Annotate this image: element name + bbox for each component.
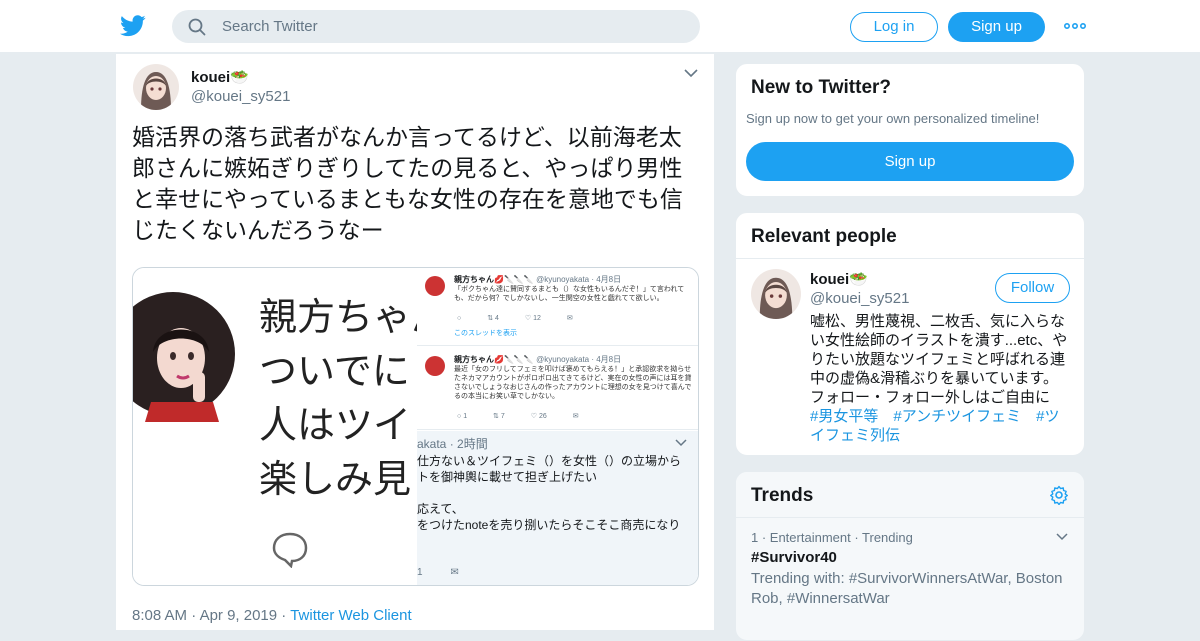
relevant-people-module: Relevant people kouei🥗 @kouei_sy521 Foll… <box>735 212 1085 456</box>
embedded-tweet-author: 親方ちゃん💋🔪🔪🔪 @kyunoyakata · 4月8日 <box>454 354 621 365</box>
retweet-count: ⇅ 7 <box>493 413 505 420</box>
reply-count: ○ <box>457 315 464 322</box>
follow-button[interactable]: Follow <box>995 273 1070 303</box>
module-title: New to Twitter? <box>751 77 892 98</box>
login-button[interactable]: Log in <box>850 12 938 42</box>
embedded-tweet-author: 親方ちゃん💋🔪🔪🔪 @kyunoyakata · 4月8日 <box>454 274 621 285</box>
bio-text: 嘘松、男性蔑視、二枚舌、気に入らない女性絵師のイラストを潰す...etc、やりた… <box>810 313 1068 406</box>
embedded-tweet: 親方ちゃん💋🔪🔪🔪 @kyunoyakata · 4月8日 「ボクちゃん達に賛同… <box>417 268 698 346</box>
dm-icon: ✉ <box>572 413 579 420</box>
tweet-card: kouei🥗 @kouei_sy521 婚活界の落ち武者がなんか言ってるけど、以… <box>115 54 715 630</box>
embedded-author-name: 親方ちゃん💋🔪🔪🔪 <box>454 355 534 364</box>
module-title: Trends <box>751 485 814 506</box>
divider <box>736 517 1084 518</box>
author-handle[interactable]: @kouei_sy521 <box>191 88 290 105</box>
avatar[interactable] <box>751 269 801 319</box>
tweet-text: 婚活界の落ち武者がなんか言ってるけど、以前海老太郎さんに嫉妬ぎりぎりしてたの見る… <box>132 124 683 243</box>
trend-name[interactable]: #Survivor40 <box>751 549 837 566</box>
embedded-tweet-meta: @kyunoyakata · 4月8日 <box>536 355 622 364</box>
avatar <box>425 276 445 296</box>
dm-icon: ✉ <box>566 315 573 322</box>
trend-related: Trending with: #SurvivorWinnersAtWar, Bo… <box>751 570 1063 607</box>
chevron-down-icon[interactable] <box>1056 533 1068 541</box>
zoomed-text-line: をつけたnoteを売り捌いたらそこそこ商売になり <box>417 518 681 532</box>
media-text-line: ついでに <box>259 349 410 393</box>
zoomed-tweet-actions: 1 ✉ <box>417 567 459 578</box>
more-dots-icon[interactable] <box>1064 18 1086 34</box>
trend-meta: 1 · Entertainment · Trending <box>751 530 913 545</box>
zoomed-tweet: akata · 2時間 仕方ない＆ツイフェミ（）を女性（）の立場から トを御神輿… <box>417 431 698 585</box>
author-name[interactable]: kouei🥗 <box>191 68 249 86</box>
retweet-count: ⇅ 4 <box>487 315 499 322</box>
signup-button[interactable]: Sign up <box>948 12 1045 42</box>
module-subtitle: Sign up now to get your own personalized… <box>746 111 1040 126</box>
divider <box>736 258 1084 259</box>
embedded-tweet-meta: @kyunoyakata · 4月8日 <box>536 275 622 284</box>
zoomed-text-line: 仕方ない＆ツイフェミ（）を女性（）の立場から <box>417 454 682 468</box>
hashtag-link[interactable]: #アンチツイフェミ <box>893 408 1021 425</box>
person-name[interactable]: kouei🥗 <box>810 270 868 288</box>
like-count: ♡ 12 <box>524 315 541 322</box>
chevron-down-icon[interactable] <box>684 68 698 78</box>
gear-icon[interactable] <box>1049 485 1069 505</box>
person-handle[interactable]: @kouei_sy521 <box>810 290 909 307</box>
show-thread-link: このスレッドを表示 <box>454 330 517 337</box>
like-count: ♡ 26 <box>530 413 547 420</box>
tweet-media[interactable]: 親方ちゃん ついでに 人はツイ 楽しみ見 親方ちゃん💋🔪🔪🔪 @kyunoyak… <box>132 267 699 586</box>
avatar-image <box>133 64 179 110</box>
embedded-author-name: 親方ちゃん💋🔪🔪🔪 <box>454 275 534 284</box>
hashtag-link[interactable]: #男女平等 <box>810 408 878 425</box>
zoomed-text-line: トを御神輿に載せて担ぎ上げたい <box>417 470 598 484</box>
tweet-meta: 8:08 AM · Apr 9, 2019 · Twitter Web Clie… <box>132 607 412 624</box>
embedded-tweet-text: 最近「女のフリしてフェミを叩けば褒めてもらえる！」と承認欲求を拗らせたネカマアカ… <box>454 366 692 400</box>
avatar[interactable] <box>133 64 179 110</box>
tweet-time[interactable]: 8:08 AM <box>132 607 187 624</box>
trends-header: Trends <box>736 472 1084 517</box>
search-icon <box>188 18 206 36</box>
media-text-line: 楽しみ見 <box>259 457 412 501</box>
search-input[interactable] <box>222 10 682 43</box>
zoomed-tweet-text: 仕方ない＆ツイフェミ（）を女性（）の立場から トを御神輿に載せて担ぎ上げたい 応… <box>417 453 698 533</box>
embedded-tweet-actions: ○ 1 ⇅ 7 ♡ 26 ✉ <box>457 412 603 420</box>
media-avatar-image <box>133 292 235 422</box>
reply-bubble-icon <box>272 532 308 568</box>
tweet-date[interactable]: Apr 9, 2019 <box>200 607 278 624</box>
top-bar: Log in Sign up <box>0 0 1200 53</box>
media-text-line: 人はツイ <box>259 403 412 447</box>
embedded-tweet: 親方ちゃん💋🔪🔪🔪 @kyunoyakata · 4月8日 最近「女のフリしてフ… <box>417 348 698 430</box>
chevron-down-icon <box>675 439 687 447</box>
zoomed-text-line: 応えて、 <box>417 502 464 516</box>
zoomed-text-line <box>417 485 698 501</box>
twitter-bird-icon[interactable] <box>120 14 146 38</box>
module-title: Relevant people <box>751 226 897 247</box>
embedded-tweet-text: 「ボクちゃん達に賛同するまとも（）な女性もいるんだぞ！」て言われても、だから何？… <box>454 286 685 302</box>
media-image-right: 親方ちゃん💋🔪🔪🔪 @kyunoyakata · 4月8日 「ボクちゃん達に賛同… <box>417 268 698 585</box>
embedded-tweet-actions: ○ ⇅ 4 ♡ 12 ✉ <box>457 314 597 322</box>
sidebar-signup-button[interactable]: Sign up <box>746 142 1074 181</box>
media-image-left: 親方ちゃん ついでに 人はツイ 楽しみ見 <box>133 268 449 585</box>
trends-module: Trends 1 · Entertainment · Trending #Sur… <box>735 471 1085 641</box>
new-to-twitter-module: New to Twitter? Sign up now to get your … <box>735 63 1085 197</box>
person-bio: 嘘松、男性蔑視、二枚舌、気に入らない女性絵師のイラストを潰す...etc、やりた… <box>810 312 1072 445</box>
tweet-client-link[interactable]: Twitter Web Client <box>290 607 411 624</box>
search-box[interactable] <box>172 10 700 43</box>
zoomed-tweet-meta: akata · 2時間 <box>417 437 488 451</box>
avatar <box>425 356 445 376</box>
reply-count: ○ 1 <box>457 413 468 420</box>
avatar-image <box>751 269 801 319</box>
